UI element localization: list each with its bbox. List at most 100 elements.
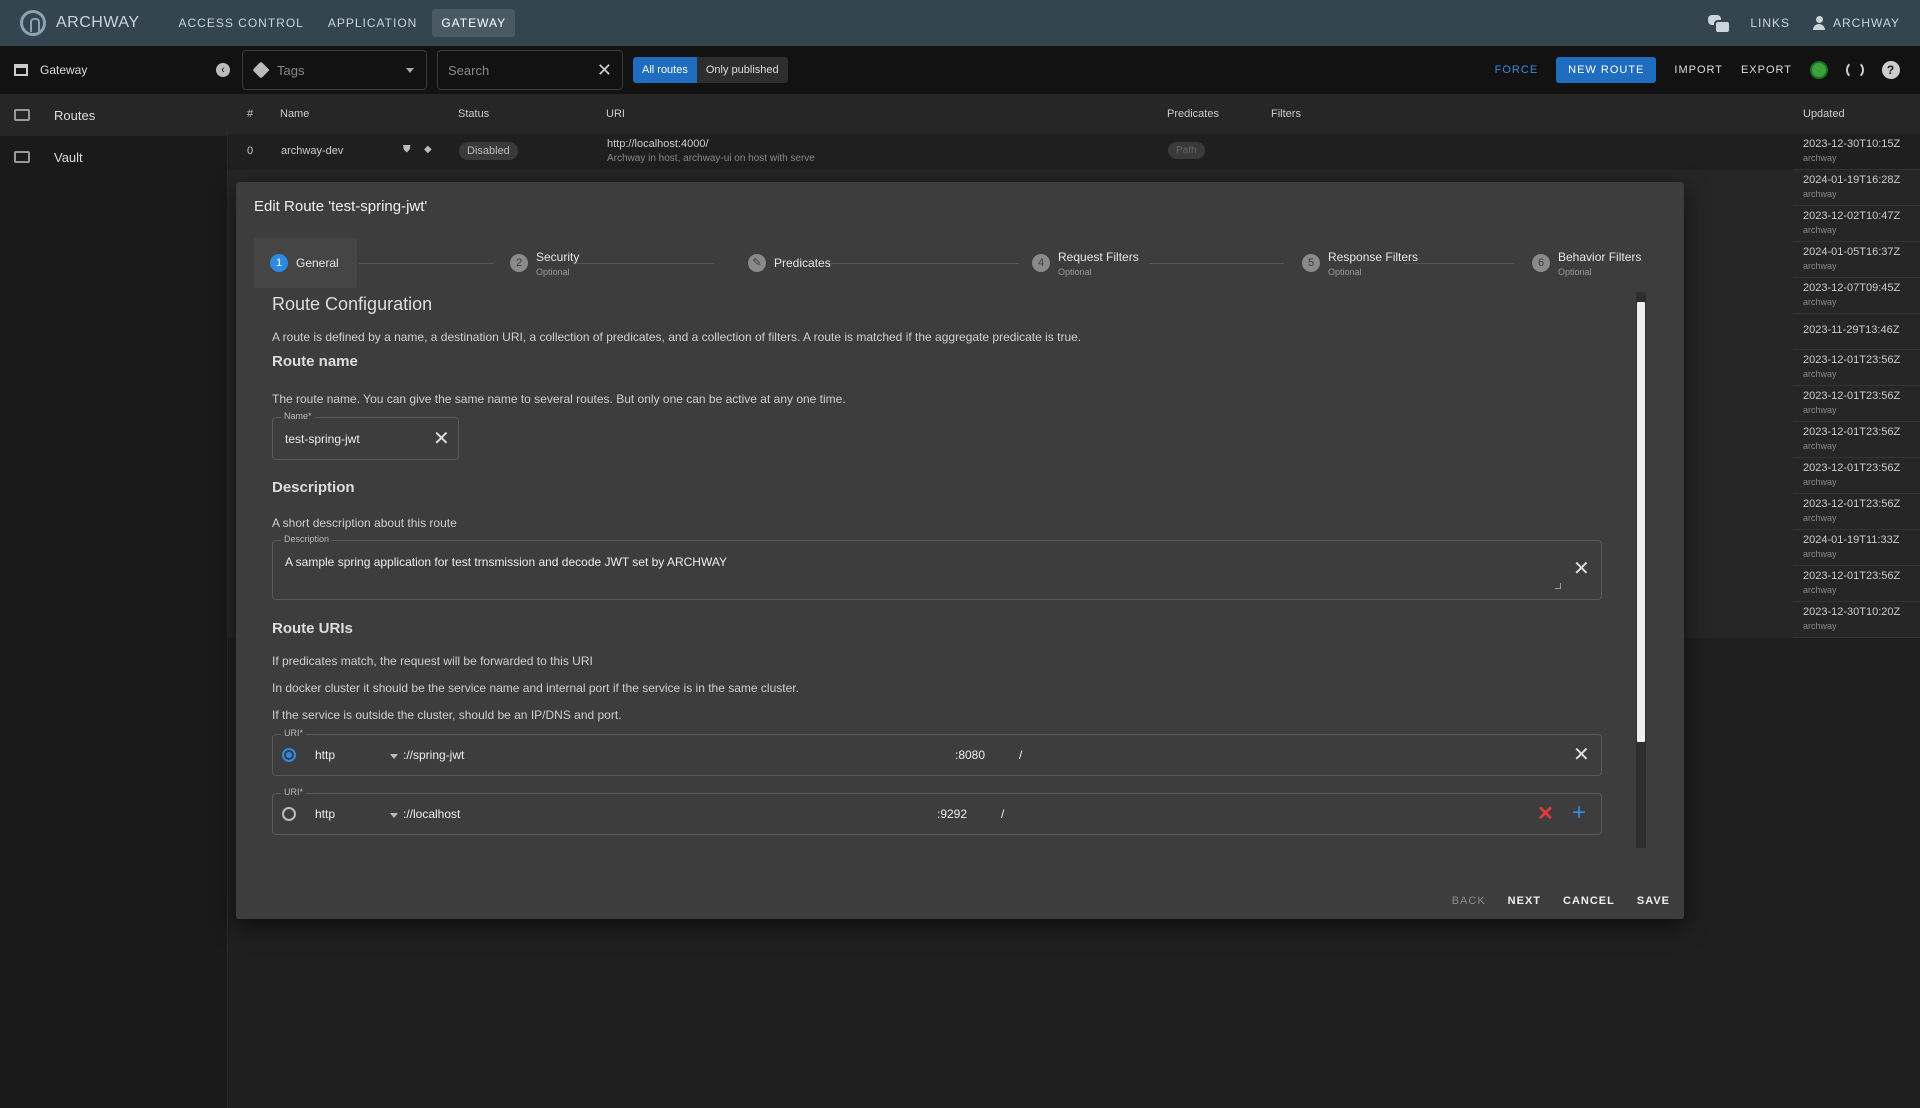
vault-icon [14, 151, 30, 163]
new-route-button[interactable]: NEW ROUTE [1556, 57, 1657, 83]
uri-port-input[interactable]: :8080 [955, 748, 985, 762]
gateway-icon [14, 64, 28, 76]
next-button[interactable]: NEXT [1508, 895, 1541, 907]
step-connector [1149, 263, 1284, 264]
col-header-name[interactable]: Name [280, 94, 309, 134]
status-indicator-icon[interactable] [1810, 61, 1828, 79]
collapse-sidebar-icon[interactable]: ‹ [216, 63, 230, 77]
step-label: Response Filters [1328, 249, 1419, 264]
force-button[interactable]: FORCE [1495, 64, 1539, 76]
col-header-status[interactable]: Status [458, 94, 489, 134]
field-label: Description [281, 534, 333, 544]
sidebar-item-vault[interactable]: Vault [0, 136, 227, 178]
toolbar-actions: FORCE NEW ROUTE IMPORT EXPORT ? [1495, 57, 1920, 83]
clear-name-icon[interactable]: ✕ [433, 429, 450, 449]
resize-handle-icon[interactable] [1555, 583, 1561, 589]
description-value: A sample spring application for test trn… [285, 555, 727, 569]
toolbar: Gateway ‹ Tags Search ✕ All routes Only … [0, 46, 1920, 94]
add-uri-icon[interactable]: + [1572, 801, 1586, 825]
uri-primary-radio[interactable] [282, 748, 296, 762]
step-connector [574, 263, 714, 264]
toggle-all-routes[interactable]: All routes [633, 57, 697, 83]
predicate-chip: Path [1168, 142, 1205, 159]
back-button[interactable]: BACK [1452, 895, 1486, 907]
table-cell-updated: 2024-01-19T11:33Z archway [1793, 530, 1920, 566]
search-input[interactable]: Search ✕ [437, 50, 623, 90]
table-cell-updated: 2023-12-01T23:56Z archway [1793, 494, 1920, 530]
topbar-actions: LINKS ARCHWAY [1708, 15, 1900, 34]
chevron-down-icon [390, 813, 398, 818]
tag-icon [252, 61, 270, 79]
user-name: ARCHWAY [1833, 16, 1900, 30]
route-name-heading: Route name [272, 353, 358, 370]
col-header-uri[interactable]: URI [606, 94, 625, 134]
cancel-button[interactable]: CANCEL [1563, 895, 1615, 907]
step-behavior-filters[interactable]: 6 Behavior Filters Optional [1532, 238, 1641, 288]
edit-route-dialog: Edit Route 'test-spring-jwt' 1 General 2… [236, 182, 1684, 919]
save-button[interactable]: SAVE [1637, 895, 1670, 907]
uri-path-input[interactable]: / [1001, 807, 1004, 821]
clear-description-icon[interactable]: ✕ [1573, 559, 1590, 579]
chevron-down-icon [406, 67, 414, 73]
import-button[interactable]: IMPORT [1674, 64, 1723, 76]
dialog-title: Edit Route 'test-spring-jwt' [254, 198, 428, 215]
brand[interactable]: ARCHWAY [20, 10, 140, 36]
remove-uri-icon[interactable]: ✕ [1537, 804, 1554, 824]
step-predicates[interactable]: ✎ Predicates [748, 238, 831, 288]
nav-access-control[interactable]: ACCESS CONTROL [170, 9, 313, 37]
table-cell-updated: 2024-01-05T16:37Z archway [1793, 242, 1920, 278]
chat-icon[interactable] [1708, 15, 1732, 34]
uri-host-input[interactable]: ://localhost [403, 807, 460, 821]
description-heading: Description [272, 479, 355, 496]
nav-gateway[interactable]: GATEWAY [432, 9, 516, 37]
scrollbar-thumb[interactable] [1637, 302, 1645, 742]
toggle-only-published[interactable]: Only published [696, 57, 788, 83]
route-uris-desc2: In docker cluster it should be the servi… [272, 681, 799, 695]
col-header-num: # [247, 108, 254, 120]
sidebar-item-routes[interactable]: Routes [0, 94, 227, 136]
tags-select[interactable]: Tags [242, 50, 427, 90]
route-uris-heading: Route URIs [272, 620, 353, 637]
field-label: URI* [281, 787, 307, 797]
step-number: 5 [1302, 254, 1320, 272]
table-row[interactable]: 0 archway-dev ⛊ ◆ Disabled http://localh… [228, 134, 1920, 170]
uri-scheme-select[interactable]: http [315, 807, 335, 821]
chevron-down-icon [390, 754, 398, 759]
step-number: 6 [1532, 254, 1550, 272]
dialog-scrollbar[interactable] [1636, 292, 1646, 848]
help-icon[interactable]: ? [1882, 61, 1900, 79]
refresh-icon[interactable] [1846, 61, 1864, 79]
description-field[interactable]: Description A sample spring application … [272, 534, 1602, 600]
brand-name: ARCHWAY [56, 14, 140, 31]
clear-uri-icon[interactable]: ✕ [1573, 745, 1590, 765]
clear-search-icon[interactable]: ✕ [597, 61, 612, 79]
user-menu[interactable]: ARCHWAY [1812, 16, 1900, 30]
field-label: URI* [281, 728, 307, 738]
step-request-filters[interactable]: 4 Request Filters Optional [1032, 238, 1139, 288]
uri-port-input[interactable]: :9292 [937, 807, 967, 821]
route-name-field[interactable]: Name* test-spring-jwt ✕ [272, 411, 459, 460]
col-header-predicates: Predicates [1167, 108, 1219, 120]
uri-row: URI* http ://spring-jwt :8080 / ✕ [272, 728, 1602, 776]
step-connector [824, 263, 1019, 264]
nav-application[interactable]: APPLICATION [319, 9, 426, 37]
step-security[interactable]: 2 Security Optional [510, 238, 579, 288]
links-menu[interactable]: LINKS [1750, 16, 1790, 30]
step-label: General [296, 256, 339, 270]
row-uri: http://localhost:4000/ [607, 138, 709, 150]
col-header-updated[interactable]: Updated [1803, 94, 1845, 134]
search-placeholder: Search [448, 62, 490, 78]
table-cell-updated: 2023-12-01T23:56Z archway [1793, 422, 1920, 458]
table-cell-updated: 2023-12-30T10:20Z archway [1793, 602, 1920, 638]
step-general[interactable]: 1 General [254, 238, 357, 288]
routes-filter-toggle: All routes Only published [633, 57, 788, 83]
table-cell-updated: 2023-11-29T13:46Z [1793, 314, 1920, 350]
uri-primary-radio[interactable] [282, 807, 296, 821]
dialog-actions: BACK NEXT CANCEL SAVE [1452, 895, 1670, 907]
uri-host-input[interactable]: ://spring-jwt [403, 748, 464, 762]
uri-scheme-select[interactable]: http [315, 748, 335, 762]
uri-path-input[interactable]: / [1019, 748, 1022, 762]
export-button[interactable]: EXPORT [1741, 64, 1792, 76]
step-response-filters[interactable]: 5 Response Filters Optional [1302, 238, 1418, 288]
row-uri-description: Archway in host, archway-ui on host with… [607, 153, 815, 164]
